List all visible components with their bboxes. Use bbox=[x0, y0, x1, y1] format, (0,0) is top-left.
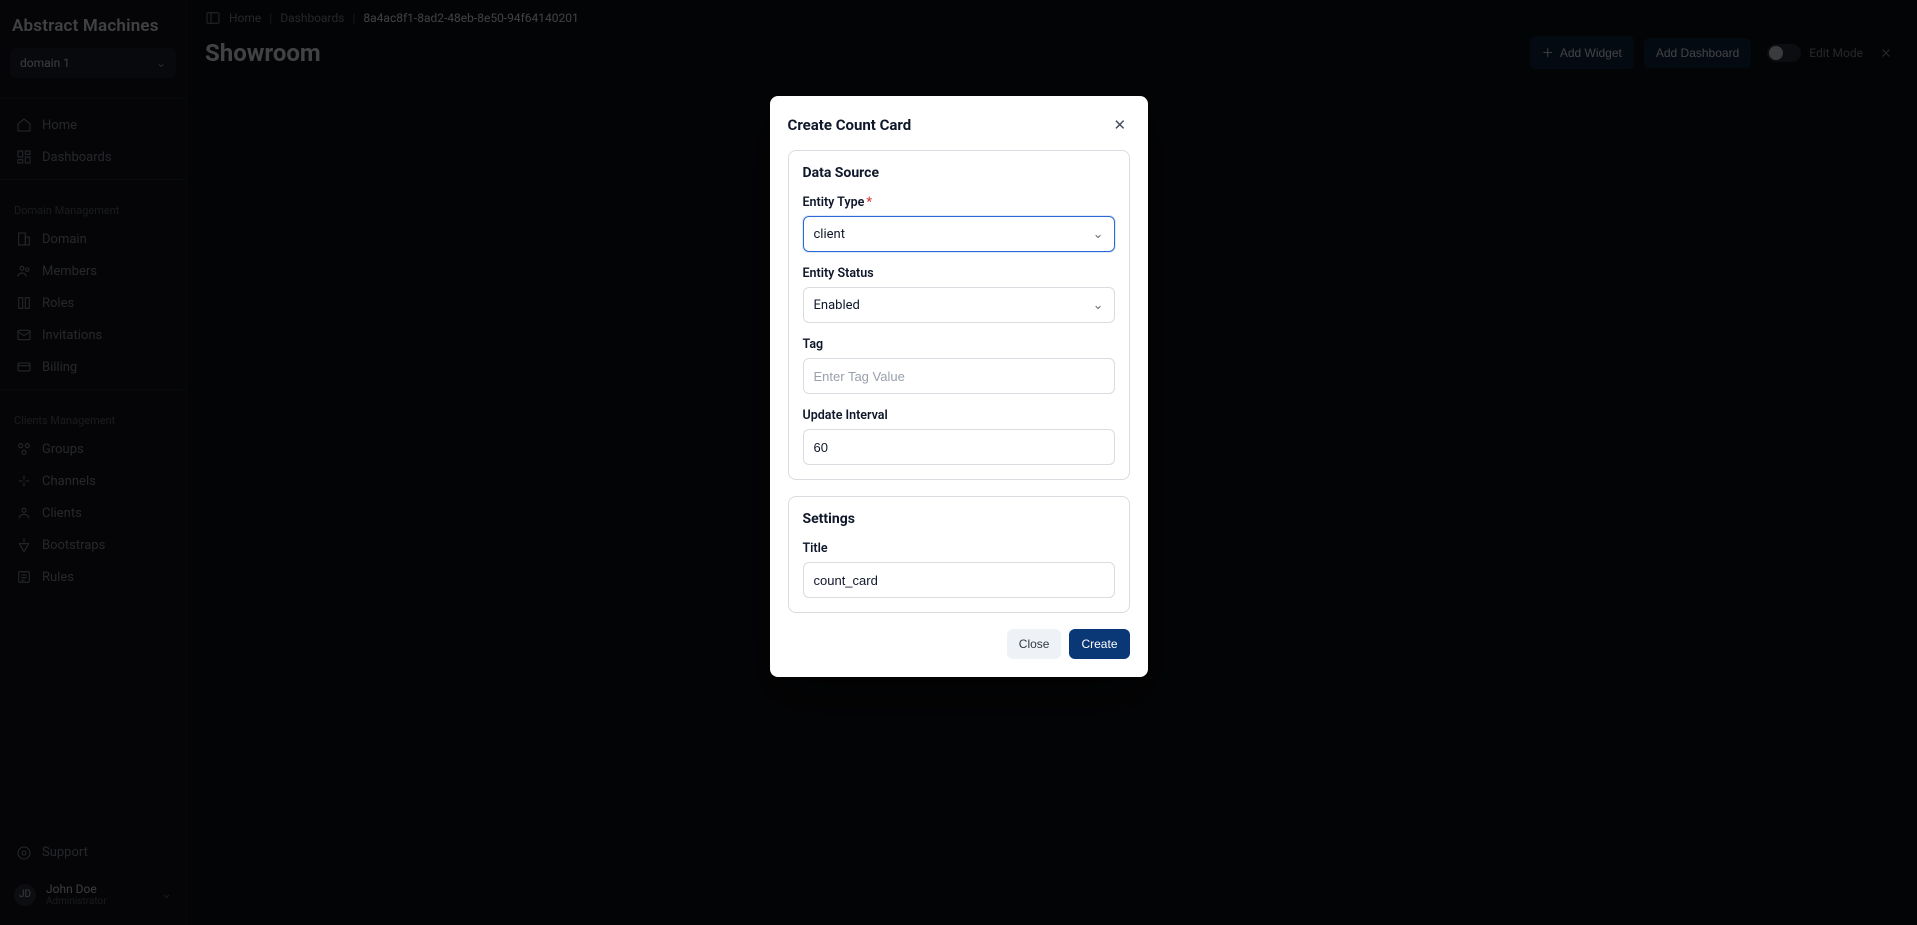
entity-type-label: Entity Type* bbox=[803, 195, 1115, 210]
entity-status-select[interactable]: Enabled ⌄ bbox=[803, 287, 1115, 323]
entity-type-select[interactable]: client ⌄ bbox=[803, 216, 1115, 252]
create-button[interactable]: Create bbox=[1069, 629, 1129, 659]
button-label: Close bbox=[1019, 637, 1050, 651]
modal-overlay: Create Count Card ✕ Data Source Entity T… bbox=[0, 0, 1917, 925]
close-button[interactable]: Close bbox=[1007, 629, 1062, 659]
entity-status-label: Entity Status bbox=[803, 266, 1115, 281]
entity-type-label-text: Entity Type bbox=[803, 195, 865, 210]
data-source-group: Data Source Entity Type* client ⌄ Entity… bbox=[788, 150, 1130, 480]
data-source-title: Data Source bbox=[803, 165, 1115, 181]
update-interval-label: Update Interval bbox=[803, 408, 1115, 423]
chevron-down-icon: ⌄ bbox=[1093, 227, 1104, 242]
close-icon: ✕ bbox=[1114, 117, 1127, 134]
required-indicator: * bbox=[866, 195, 872, 210]
settings-title: Settings bbox=[803, 511, 1115, 527]
tag-input[interactable] bbox=[803, 358, 1115, 394]
title-label: Title bbox=[803, 541, 1115, 556]
entity-type-value: client bbox=[814, 227, 845, 242]
tag-label: Tag bbox=[803, 337, 1115, 352]
update-interval-input[interactable] bbox=[803, 429, 1115, 465]
create-count-card-modal: Create Count Card ✕ Data Source Entity T… bbox=[770, 96, 1148, 677]
title-input[interactable] bbox=[803, 562, 1115, 598]
chevron-down-icon: ⌄ bbox=[1093, 298, 1104, 313]
button-label: Create bbox=[1081, 637, 1117, 651]
modal-title: Create Count Card bbox=[788, 116, 912, 134]
settings-group: Settings Title bbox=[788, 496, 1130, 613]
modal-close-button[interactable]: ✕ bbox=[1108, 114, 1130, 136]
entity-status-value: Enabled bbox=[814, 298, 860, 313]
